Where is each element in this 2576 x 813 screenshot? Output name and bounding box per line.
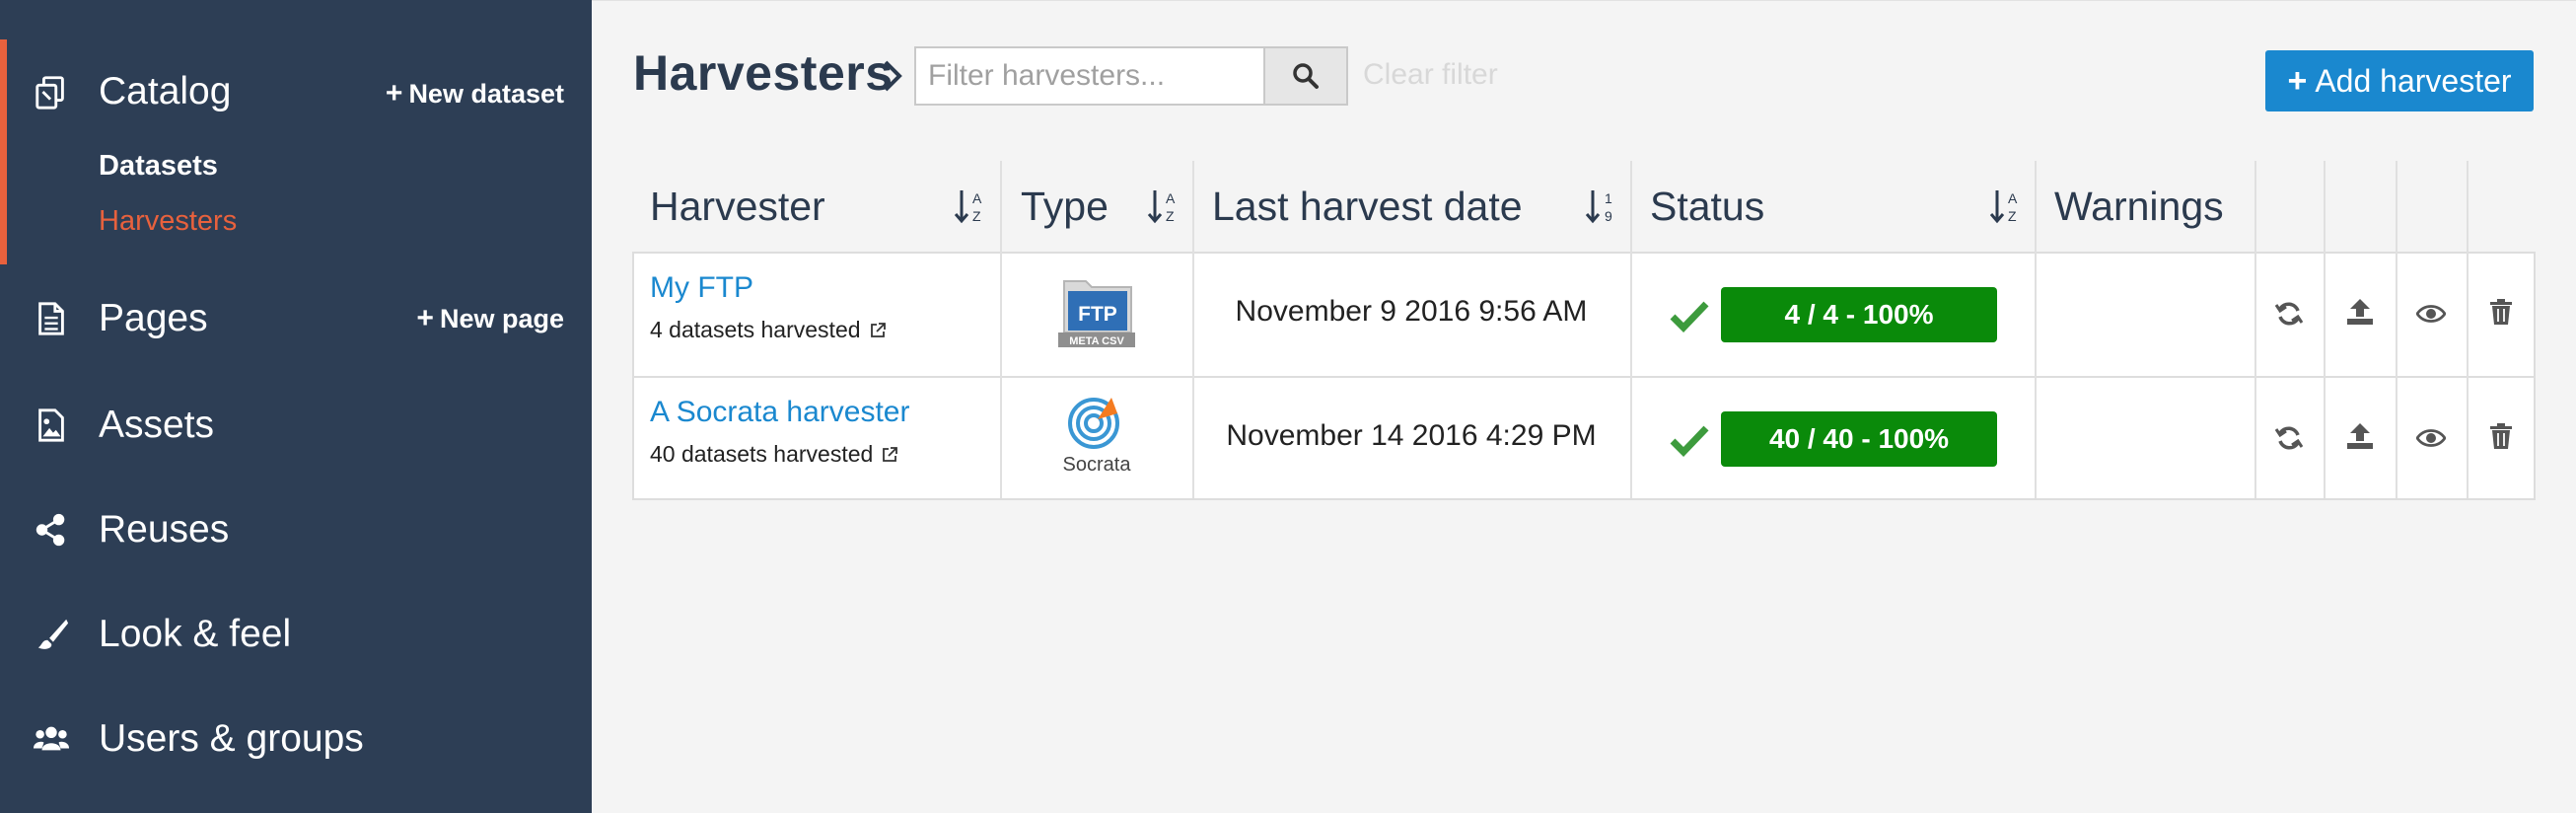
trash-icon[interactable] xyxy=(2486,421,2516,451)
refresh-icon[interactable] xyxy=(2274,423,2304,453)
svg-text:A: A xyxy=(972,190,982,206)
new-dataset-button[interactable]: + New dataset xyxy=(386,77,564,111)
check-icon xyxy=(1670,425,1709,457)
status-badge: 40 / 40 - 100% xyxy=(1721,411,1997,467)
sidebar: Catalog + New dataset Datasets Harvester… xyxy=(0,0,592,813)
last-harvest-date: November 9 2016 9:56 AM xyxy=(1235,295,1588,328)
chevron-right-icon xyxy=(884,60,902,92)
eye-icon[interactable] xyxy=(2416,423,2446,453)
svg-text:1: 1 xyxy=(1605,190,1612,206)
divider xyxy=(632,498,2536,500)
divider xyxy=(632,376,2536,378)
page-title: Harvesters xyxy=(633,45,894,101)
plus-icon: + xyxy=(385,77,403,110)
trash-icon[interactable] xyxy=(2486,297,2516,327)
sort-alpha-icon[interactable]: AZ xyxy=(1989,186,2025,226)
column-header-last-harvest-date[interactable]: Last harvest date xyxy=(1212,161,1523,252)
upload-icon[interactable] xyxy=(2345,297,2375,327)
svg-text:META CSV: META CSV xyxy=(1069,335,1124,347)
ftp-type-icon: FTP META CSV xyxy=(1058,280,1135,347)
divider xyxy=(2254,161,2256,498)
sidebar-subitem-harvesters[interactable]: Harvesters xyxy=(99,205,237,238)
divider xyxy=(2396,161,2397,498)
add-harvester-button[interactable]: + Add harvester xyxy=(2265,50,2534,111)
brush-icon xyxy=(32,615,71,654)
sort-alpha-icon[interactable]: AZ xyxy=(954,186,989,226)
table-body xyxy=(632,252,2536,498)
svg-text:Z: Z xyxy=(1166,208,1175,224)
page-icon xyxy=(32,299,71,338)
column-header-status[interactable]: Status xyxy=(1650,161,1764,252)
sort-alpha-icon[interactable]: AZ xyxy=(1147,186,1182,226)
svg-text:Z: Z xyxy=(972,208,981,224)
column-header-harvester[interactable]: Harvester xyxy=(650,161,825,252)
upload-icon[interactable] xyxy=(2345,421,2375,451)
main-content: Harvesters Clear filter + Add harvester … xyxy=(592,0,2576,813)
divider xyxy=(2324,161,2326,498)
divider xyxy=(2467,161,2469,498)
plus-icon: + xyxy=(2287,61,2308,100)
svg-text:FTP: FTP xyxy=(1078,303,1117,326)
divider xyxy=(2035,161,2037,498)
svg-text:A: A xyxy=(2008,190,2018,206)
svg-text:A: A xyxy=(1166,190,1176,206)
external-link-icon xyxy=(870,322,886,337)
harvesters-table: Harvester AZ Type AZ Last harvest date 1… xyxy=(632,161,2536,500)
datasets-harvested-link[interactable]: 4 datasets harvested xyxy=(650,317,887,343)
last-harvest-date: November 14 2016 4:29 PM xyxy=(1226,419,1597,452)
column-header-warnings: Warnings xyxy=(2054,183,2224,229)
sidebar-subitem-datasets[interactable]: Datasets xyxy=(99,150,218,183)
new-page-button[interactable]: + New page xyxy=(416,302,564,335)
sidebar-item-label: Users & groups xyxy=(99,717,364,760)
harvester-name-link[interactable]: A Socrata harvester xyxy=(650,396,909,429)
divider xyxy=(632,252,2536,254)
filter-input[interactable] xyxy=(914,46,1266,106)
sort-numeric-icon[interactable]: 19 xyxy=(1585,186,1620,226)
eye-icon[interactable] xyxy=(2416,299,2446,329)
svg-text:9: 9 xyxy=(1605,208,1612,224)
sidebar-item-label: Look & feel xyxy=(99,613,292,655)
sidebar-item-label: Pages xyxy=(99,297,208,339)
sidebar-item-users-and-groups[interactable]: Users & groups xyxy=(0,704,592,774)
status-badge: 4 / 4 - 100% xyxy=(1721,287,1997,342)
catalog-icon xyxy=(32,72,71,111)
divider xyxy=(1000,161,1002,498)
sidebar-item-label: Catalog xyxy=(99,70,232,112)
divider xyxy=(1630,161,1632,498)
share-icon xyxy=(32,510,71,550)
sidebar-item-assets[interactable]: Assets xyxy=(0,391,592,460)
clear-filter-link[interactable]: Clear filter xyxy=(1363,58,1498,92)
external-link-icon xyxy=(883,446,898,462)
harvester-name-link[interactable]: My FTP xyxy=(650,271,753,305)
plus-icon: + xyxy=(416,302,434,334)
sidebar-item-label: Reuses xyxy=(99,508,230,551)
column-header-type[interactable]: Type xyxy=(1021,161,1109,252)
datasets-harvested-link[interactable]: 40 datasets harvested xyxy=(650,441,898,468)
sidebar-item-look-and-feel[interactable]: Look & feel xyxy=(0,600,592,669)
svg-text:Z: Z xyxy=(2008,208,2017,224)
socrata-type-icon: Socrata xyxy=(1063,398,1132,476)
image-icon xyxy=(32,406,71,445)
refresh-icon[interactable] xyxy=(2274,299,2304,329)
search-icon xyxy=(1293,63,1319,89)
sidebar-item-label: Assets xyxy=(99,404,215,446)
users-icon xyxy=(32,719,71,759)
search-button[interactable] xyxy=(1263,46,1348,106)
sidebar-item-reuses[interactable]: Reuses xyxy=(0,495,592,564)
check-icon xyxy=(1670,301,1709,333)
svg-text:Socrata: Socrata xyxy=(1063,454,1132,476)
